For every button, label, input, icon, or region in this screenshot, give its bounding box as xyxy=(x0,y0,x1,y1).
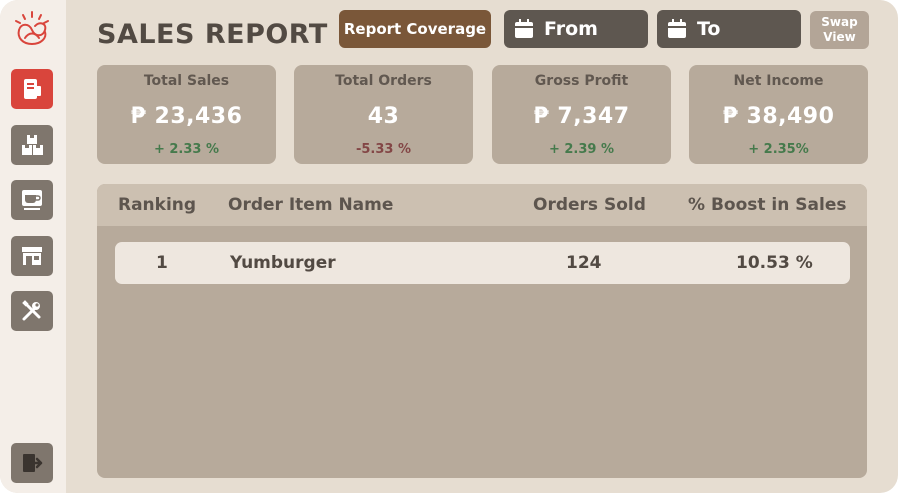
stat-card-net-income: Net Income ₱ 38,490 + 2.35% xyxy=(689,65,868,164)
stat-change: + 2.33 % xyxy=(153,142,220,157)
stat-card-total-sales: Total Sales ₱ 23,436 + 2.33 % xyxy=(97,65,276,164)
cell-item-name: Yumburger xyxy=(230,253,336,273)
tools-icon xyxy=(22,300,41,321)
cell-orders-sold: 124 xyxy=(566,253,602,273)
column-header-item-name[interactable]: Order Item Name xyxy=(228,195,393,215)
logout-button[interactable] xyxy=(11,443,53,483)
report-coverage-button[interactable]: Report Coverage xyxy=(339,10,491,48)
sidebar-item-sales-report[interactable] xyxy=(11,69,53,109)
page-title: SALES REPORT xyxy=(97,19,328,50)
table-header: Ranking Order Item Name Orders Sold % Bo… xyxy=(97,184,867,226)
stat-change: + 2.39 % xyxy=(548,142,615,157)
logout-icon xyxy=(23,454,43,472)
stat-value: ₱ 23,436 xyxy=(130,104,243,129)
cell-ranking: 1 xyxy=(156,253,168,273)
stat-label: Total Orders xyxy=(335,73,432,89)
sidebar-item-store[interactable] xyxy=(11,236,53,276)
pretzel-logo-icon xyxy=(11,10,53,52)
stat-label: Total Sales xyxy=(143,73,230,89)
sidebar-item-settings[interactable] xyxy=(11,291,53,331)
stat-value: ₱ 7,347 xyxy=(533,104,630,129)
swap-view-button[interactable]: Swap View xyxy=(810,11,869,49)
from-label: From xyxy=(544,18,598,40)
to-label: To xyxy=(697,18,721,40)
column-header-orders-sold[interactable]: Orders Sold xyxy=(533,195,646,215)
coffee-cup-icon xyxy=(22,190,42,210)
sidebar xyxy=(0,0,66,493)
calendar-icon xyxy=(668,19,686,38)
cell-boost: 10.53 % xyxy=(736,253,813,273)
calendar-icon xyxy=(515,19,533,38)
stat-label: Net Income xyxy=(733,73,824,89)
sidebar-item-inventory[interactable] xyxy=(11,125,53,165)
stat-card-gross-profit: Gross Profit ₱ 7,347 + 2.39 % xyxy=(492,65,671,164)
stat-label: Gross Profit xyxy=(534,73,629,89)
sales-table: Ranking Order Item Name Orders Sold % Bo… xyxy=(97,184,867,478)
table-row[interactable]: 1 Yumburger 124 10.53 % xyxy=(115,242,850,284)
store-icon xyxy=(22,247,42,265)
sidebar-item-menu[interactable] xyxy=(11,180,53,220)
receipt-icon xyxy=(24,79,41,99)
stat-change: -5.33 % xyxy=(355,142,412,157)
stat-value: 43 xyxy=(367,104,400,129)
column-header-boost[interactable]: % Boost in Sales xyxy=(688,195,846,215)
boxes-icon xyxy=(22,135,43,155)
from-date-button[interactable]: From xyxy=(504,10,648,48)
column-header-ranking[interactable]: Ranking xyxy=(118,195,196,215)
stat-value: ₱ 38,490 xyxy=(722,104,835,129)
swap-view-label-line1: Swap xyxy=(821,15,858,29)
stat-card-total-orders: Total Orders 43 -5.33 % xyxy=(294,65,473,164)
app-window: SALES REPORT Report Coverage From To Swa… xyxy=(0,0,898,493)
swap-view-label-line2: View xyxy=(823,30,856,44)
to-date-button[interactable]: To xyxy=(657,10,801,48)
stat-change: + 2.35% xyxy=(748,142,809,157)
